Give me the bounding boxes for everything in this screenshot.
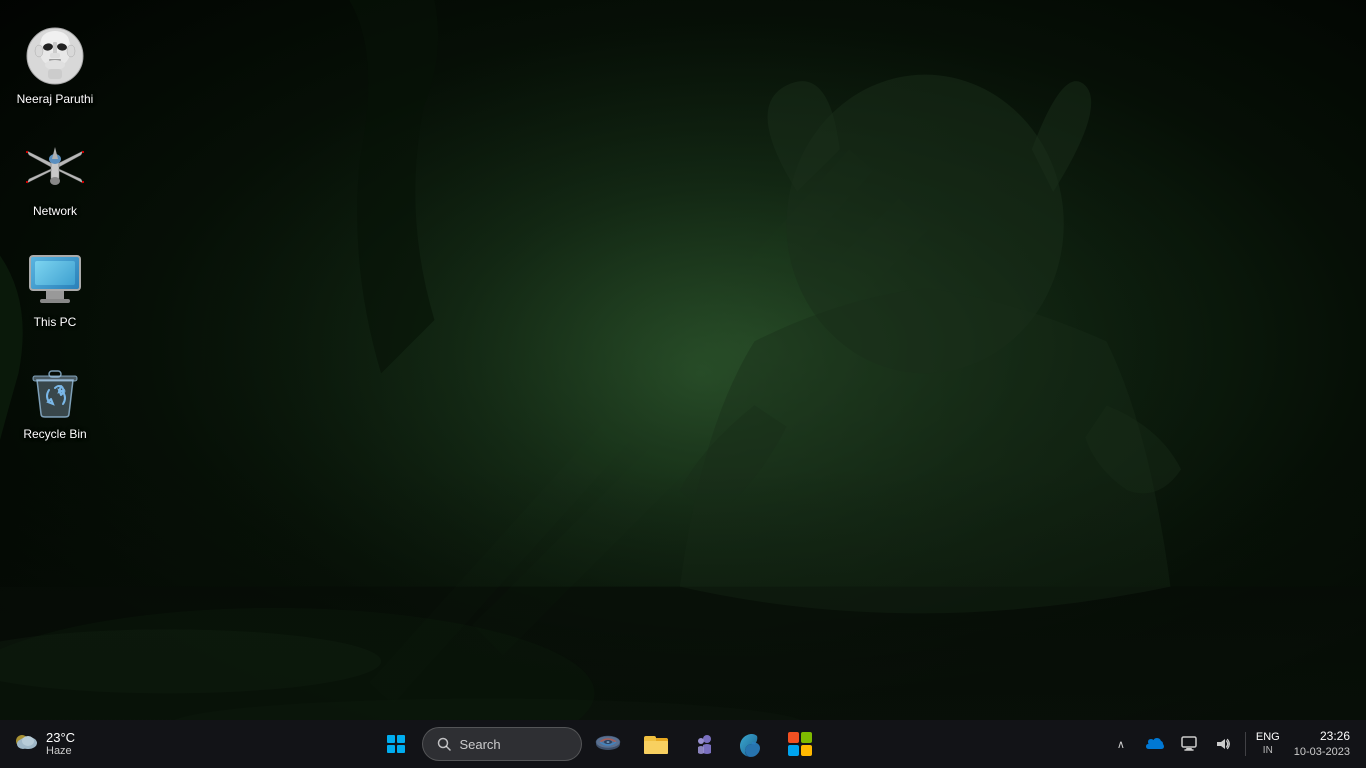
weather-icon bbox=[12, 727, 40, 761]
taskbar-app-media-player[interactable] bbox=[586, 722, 630, 766]
weather-text: 23°C Haze bbox=[46, 730, 75, 759]
tray-display-icon[interactable] bbox=[1173, 726, 1205, 762]
search-bar[interactable]: Search bbox=[422, 727, 582, 761]
icon-label-this-pc: This PC bbox=[34, 315, 77, 331]
desktop-icon-network[interactable]: Network bbox=[10, 132, 100, 224]
tray-language-indicator[interactable]: ENG IN bbox=[1252, 726, 1284, 762]
taskbar-center: Search bbox=[100, 720, 1097, 768]
search-label: Search bbox=[459, 737, 500, 752]
monitor-icon bbox=[23, 247, 87, 311]
search-icon bbox=[437, 737, 451, 751]
clock-time: 23:26 bbox=[1320, 729, 1350, 745]
desktop: Neeraj Paruthi bbox=[0, 0, 1366, 768]
tray-expand-button[interactable]: ∧ bbox=[1105, 726, 1137, 762]
language-main: ENG bbox=[1256, 731, 1280, 744]
tray-volume-icon[interactable] bbox=[1207, 726, 1239, 762]
clock-area[interactable]: 23:26 10-03-2023 bbox=[1286, 726, 1358, 762]
stormtrooper-icon bbox=[23, 24, 87, 88]
weather-condition: Haze bbox=[46, 745, 75, 758]
system-tray: ∧ bbox=[1097, 720, 1366, 768]
recycle-bin-icon bbox=[23, 359, 87, 423]
xwing-icon bbox=[23, 136, 87, 200]
taskbar-app-teams[interactable] bbox=[682, 722, 726, 766]
start-button[interactable] bbox=[374, 722, 418, 766]
icon-label-recycle-bin: Recycle Bin bbox=[23, 427, 86, 443]
taskbar-app-store[interactable] bbox=[778, 722, 822, 766]
tray-divider bbox=[1245, 732, 1246, 756]
desktop-icon-this-pc[interactable]: This PC bbox=[10, 243, 100, 335]
clock-date: 10-03-2023 bbox=[1294, 745, 1350, 759]
icon-label-user-profile: Neeraj Paruthi bbox=[17, 92, 94, 108]
weather-temperature: 23°C bbox=[46, 730, 75, 746]
desktop-icon-recycle-bin[interactable]: Recycle Bin bbox=[10, 355, 100, 447]
icon-label-network: Network bbox=[33, 204, 77, 220]
taskbar: 23°C Haze Search bbox=[0, 720, 1366, 768]
tray-onedrive-icon[interactable] bbox=[1139, 726, 1171, 762]
weather-widget[interactable]: 23°C Haze bbox=[0, 720, 100, 768]
desktop-icon-user-profile[interactable]: Neeraj Paruthi bbox=[10, 20, 100, 112]
desktop-icons: Neeraj Paruthi bbox=[0, 0, 110, 466]
language-sub: IN bbox=[1263, 745, 1273, 757]
taskbar-app-edge[interactable] bbox=[730, 722, 774, 766]
taskbar-app-file-explorer[interactable] bbox=[634, 722, 678, 766]
